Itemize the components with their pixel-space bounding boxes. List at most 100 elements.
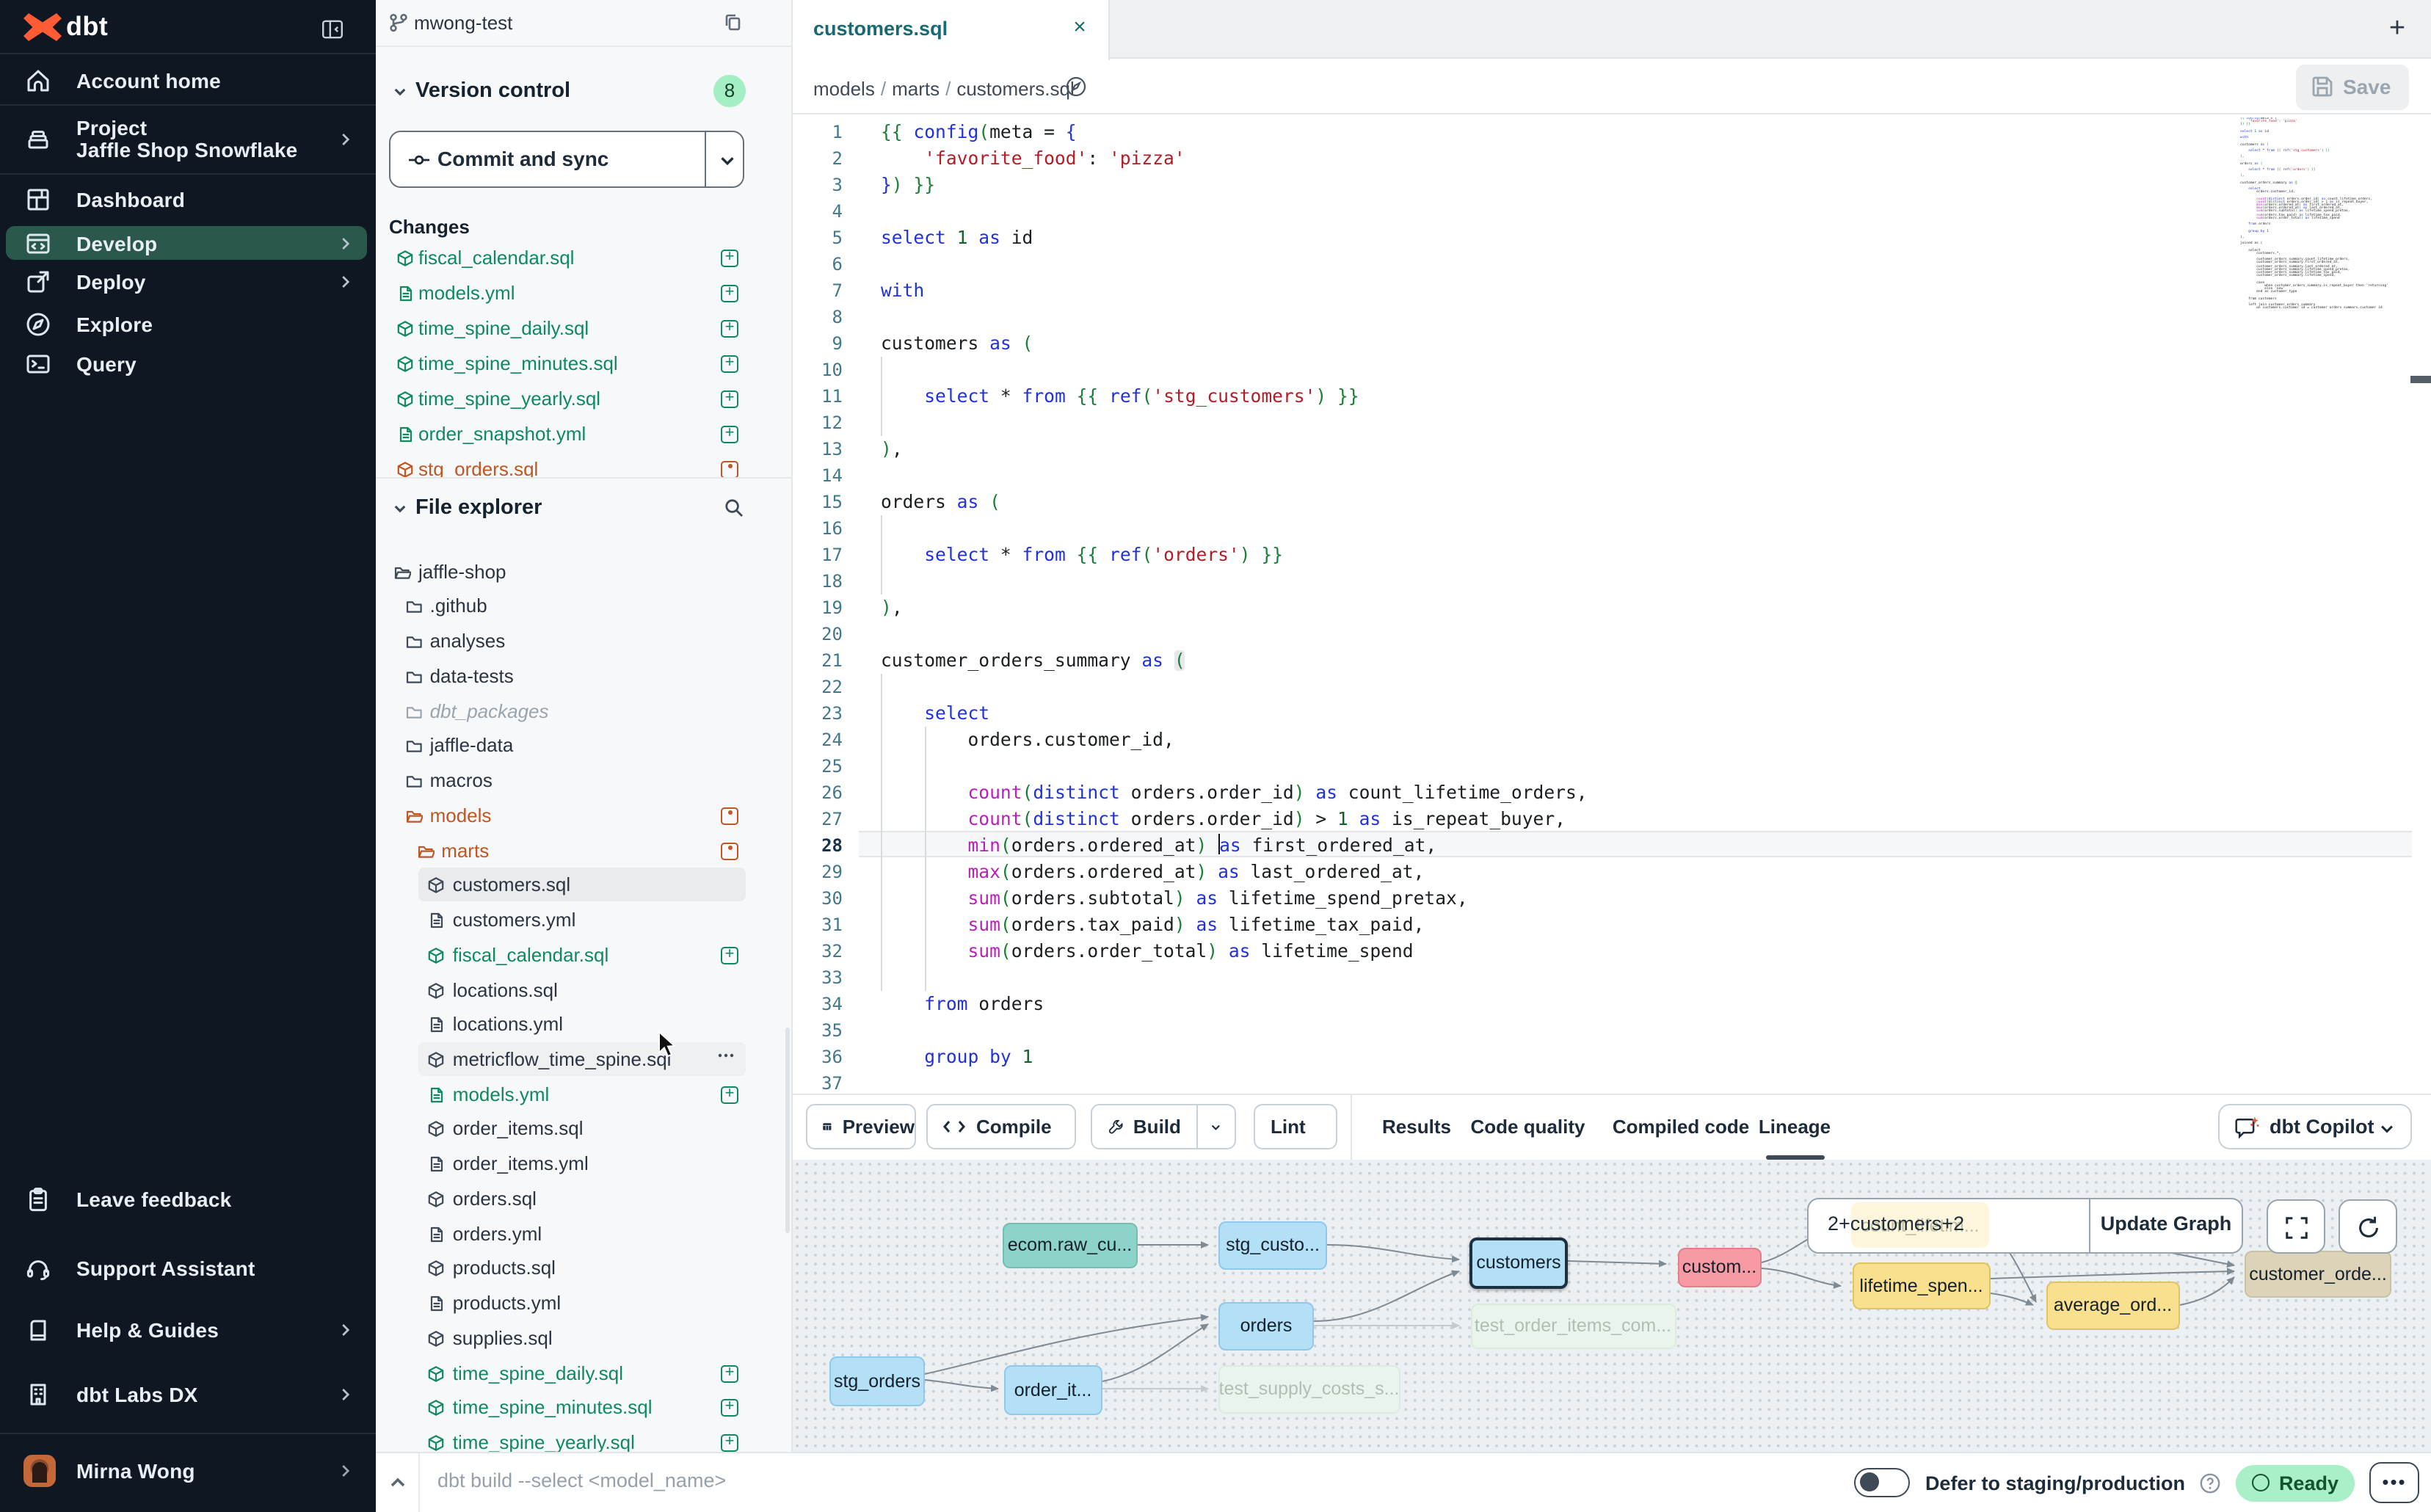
sidebar-item-leave-feedback[interactable]: Leave feedback: [0, 1179, 376, 1220]
lineage-graph[interactable]: ecom.raw_cu... stg_custo... customers order…: [793, 1160, 2431, 1452]
lineage-node-stg_orders[interactable]: stg_orders: [829, 1356, 925, 1406]
panel-tab-results[interactable]: Results: [1382, 1116, 1451, 1138]
dbt-copilot-button[interactable]: dbt Copilot: [2218, 1104, 2412, 1149]
file-supplies.sql[interactable]: supplies.sql: [376, 1321, 793, 1356]
stage-file-button[interactable]: +: [721, 1400, 738, 1417]
copilot-chevron-icon: [2378, 1120, 2396, 1138]
file-locations.yml[interactable]: locations.yml: [376, 1008, 793, 1043]
panel-tab-code-quality[interactable]: Code quality: [1470, 1116, 1585, 1138]
more-options-button[interactable]: •••: [2369, 1462, 2419, 1503]
lineage-filter-value[interactable]: 2+customers+2: [1828, 1213, 1964, 1235]
status-ready-badge[interactable]: Ready: [2236, 1464, 2355, 1501]
file-models.yml[interactable]: models.yml+: [376, 1077, 793, 1112]
build-options-chevron-icon[interactable]: [1210, 1118, 1222, 1135]
lineage-node-customer_orde[interactable]: customer_orde...: [2245, 1250, 2391, 1298]
lineage-node-test_order_items_com[interactable]: test_order_items_com...: [1470, 1303, 1676, 1349]
lineage-filter-input[interactable]: count_lifetim... 2+customers+2 Update Gr…: [1807, 1198, 2242, 1254]
file-customers.yml[interactable]: customers.yml: [376, 903, 793, 938]
yml-file-icon: [428, 1086, 446, 1103]
file-products.sql[interactable]: products.sql: [376, 1251, 793, 1287]
file-time_spine_minutes.sql[interactable]: time_spine_minutes.sql+: [376, 1391, 793, 1426]
code-line-17: 17 select * from {{ ref('orders') }}: [793, 542, 2431, 568]
editor-scrollbar-thumb[interactable]: [2410, 376, 2431, 383]
sidebar-item-user[interactable]: Mirna Wong: [0, 1450, 376, 1491]
sidebar-item-develop[interactable]: Develop: [0, 226, 376, 260]
file-orders.yml[interactable]: orders.yml: [376, 1216, 793, 1251]
file-analyses[interactable]: analyses: [376, 624, 793, 659]
lineage-node-lifetime_spen[interactable]: lifetime_spen...: [1852, 1262, 1991, 1309]
file-models[interactable]: models: [376, 799, 793, 834]
expand-command-bar-icon[interactable]: [388, 1472, 408, 1493]
lineage-node-test_supply_costs_s[interactable]: test_supply_costs_s...: [1218, 1365, 1400, 1413]
file-jaffle-shop[interactable]: jaffle-shop: [376, 554, 793, 589]
file-macros[interactable]: macros: [376, 763, 793, 799]
sidebar-item-account-home[interactable]: Account home: [0, 56, 376, 104]
file-fiscal_calendar.sql[interactable]: fiscal_calendar.sql+: [376, 938, 793, 973]
code-editor[interactable]: 1{{ config(meta = {2 'favorite_food': 'p…: [793, 115, 2431, 1094]
lineage-node-custom[interactable]: custom...: [1677, 1248, 1762, 1287]
model-cube-icon: [428, 1434, 446, 1452]
stage-file-button[interactable]: +: [721, 1434, 738, 1452]
sidebar-item-explore[interactable]: Explore: [0, 305, 376, 344]
new-tab-button[interactable]: +: [2384, 16, 2410, 43]
stage-file-button[interactable]: +: [721, 1086, 738, 1103]
file-order_items.yml[interactable]: order_items.yml: [376, 1146, 793, 1182]
file-jaffle-data[interactable]: jaffle-data: [376, 729, 793, 764]
defer-toggle[interactable]: [1855, 1468, 1911, 1497]
lineage-node-stg_custo[interactable]: stg_custo...: [1218, 1221, 1327, 1269]
file-order_items.sql[interactable]: order_items.sql: [376, 1112, 793, 1147]
lineage-node-ecomraw_cu[interactable]: ecom.raw_cu...: [1002, 1222, 1138, 1268]
chevron-right-icon: [335, 129, 355, 150]
lineage-node-orders[interactable]: orders: [1218, 1302, 1314, 1350]
compile-button[interactable]: Compile: [926, 1104, 1076, 1149]
file-menu-icon[interactable]: [716, 1047, 735, 1066]
sidebar-item-project[interactable]: ProjectJaffle Shop Snowflake: [0, 106, 376, 173]
file-customers.sql[interactable]: customers.sql: [376, 868, 793, 904]
file-marts[interactable]: marts: [376, 833, 793, 868]
stage-file-button[interactable]: +: [721, 1364, 738, 1382]
code-line-27: 27 count(distinct orders.order_id) > 1 a…: [793, 806, 2431, 832]
code-line-8: 8: [793, 304, 2431, 330]
sidebar-item-help-guides[interactable]: Help & Guides: [0, 1309, 376, 1350]
file-products.yml[interactable]: products.yml: [376, 1286, 793, 1321]
file-dbt_packages[interactable]: dbt_packages: [376, 694, 793, 729]
sidebar-item-query[interactable]: Query: [0, 344, 376, 383]
panel-scrollbar[interactable]: [785, 1028, 790, 1233]
panel-tab-compiled-code[interactable]: Compiled code: [1613, 1116, 1749, 1138]
fullscreen-button[interactable]: [2267, 1199, 2325, 1254]
sidebar-item-deploy[interactable]: Deploy: [0, 263, 376, 301]
lineage-node-order_it[interactable]: order_it...: [1003, 1365, 1102, 1414]
minimap[interactable]: {{ config(meta = { 'favorite_food': 'piz…: [2240, 117, 2412, 308]
sidebar-item-support-assistant[interactable]: Support Assistant: [0, 1248, 376, 1289]
stage-file-button[interactable]: +: [721, 947, 738, 964]
code-line-9: 9customers as (: [793, 330, 2431, 357]
yml-file-icon: [428, 1295, 446, 1312]
refresh-button[interactable]: [2338, 1199, 2397, 1254]
command-input[interactable]: dbt build --select <model_name>: [437, 1469, 726, 1491]
file-metricflow_time_spine.sql[interactable]: metricflow_time_spine.sql: [376, 1042, 793, 1077]
sidebar-item-dbt-labs-dx[interactable]: dbt Labs DX: [0, 1374, 376, 1415]
file-locations.sql[interactable]: locations.sql: [376, 973, 793, 1008]
lineage-node-average_ord[interactable]: average_ord...: [2046, 1282, 2180, 1329]
preview-button[interactable]: Preview: [806, 1104, 916, 1149]
file-.github[interactable]: .github: [376, 589, 793, 625]
sidebar-item-dashboard[interactable]: Dashboard: [0, 176, 376, 222]
help-tooltip-icon[interactable]: [2200, 1472, 2222, 1494]
file-orders.sql[interactable]: orders.sql: [376, 1182, 793, 1217]
compass-icon[interactable]: [1064, 75, 1088, 98]
tab-close-icon[interactable]: ×: [1069, 18, 1091, 40]
breadcrumb-file[interactable]: customers.sql: [956, 78, 1074, 100]
update-graph-button[interactable]: Update Graph: [2089, 1213, 2243, 1235]
file-time_spine_yearly.sql[interactable]: time_spine_yearly.sql+: [376, 1425, 793, 1452]
build-button[interactable]: Build: [1090, 1104, 1235, 1149]
file-time_spine_daily.sql[interactable]: time_spine_daily.sql+: [376, 1356, 793, 1391]
save-button[interactable]: Save: [2296, 65, 2409, 110]
collapse-sidebar-icon[interactable]: [320, 18, 345, 41]
breadcrumb-marts[interactable]: marts: [892, 78, 940, 100]
lint-button[interactable]: Lint: [1253, 1104, 1337, 1149]
file-data-tests[interactable]: data-tests: [376, 659, 793, 694]
breadcrumb-models[interactable]: models: [813, 78, 875, 100]
panel-tab-lineage[interactable]: Lineage: [1759, 1116, 1831, 1138]
lineage-node-customers[interactable]: customers: [1469, 1237, 1568, 1288]
tab-customers-sql[interactable]: customers.sql ×: [793, 0, 1110, 60]
